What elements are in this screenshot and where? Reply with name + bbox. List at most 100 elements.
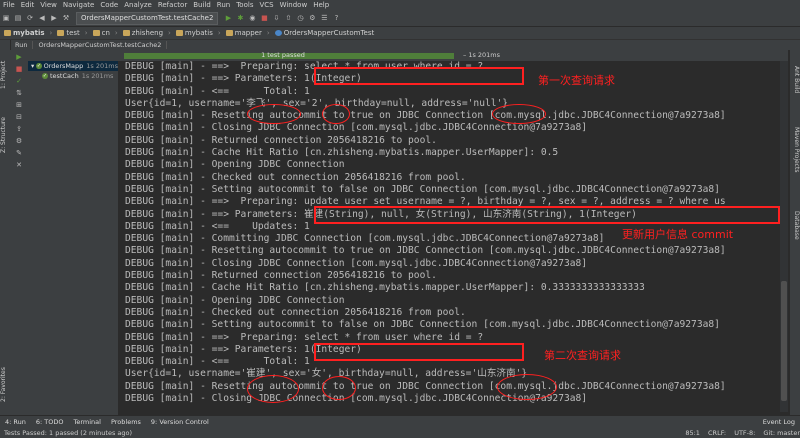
annotation-update: 更新用户信息 commit [622,228,734,241]
console-line: DEBUG [main] - Returned connection 20564… [125,270,437,282]
debug-icon[interactable]: ✱ [236,14,244,22]
breadcrumb-item[interactable]: OrdersMapperCustomTest [271,29,379,37]
pin-icon[interactable]: ✎ [14,149,24,158]
run-icon[interactable]: ▶ [224,14,232,22]
history-icon[interactable]: ◷ [296,14,304,22]
breadcrumb-item[interactable]: mybatis [0,29,49,37]
forward-icon[interactable]: ▶ [50,14,58,22]
console-line: DEBUG [main] - Returned connection 20564… [125,134,437,146]
maven-projects-label[interactable]: Maven Projects [790,120,800,180]
structure-tool-label[interactable]: Z: Structure [0,110,10,160]
help-icon[interactable]: ? [332,14,340,22]
breadcrumb-item[interactable]: test [53,29,83,37]
menu-item[interactable]: Build [190,1,214,9]
breadcrumb-item[interactable]: mybatis [172,29,217,37]
tree-class-time: 1s 201ms [86,62,118,70]
console-scrollbar[interactable] [780,61,788,412]
console-line: DEBUG [main] - Opening JDBC Connection [125,159,345,171]
bottom-tab[interactable]: 6: TODO [31,418,69,426]
rerun-icon[interactable]: ▶ [14,53,24,62]
favorites-tool-label[interactable]: 2: Favorites [0,360,10,410]
console-line: DEBUG [main] - ==> Preparing: select * f… [125,331,484,343]
tree-row-class[interactable]: ▾ ✓ OrdersMapp 1s 201ms [28,61,118,71]
folder-icon [4,30,11,36]
stop-icon[interactable]: ■ [14,65,24,74]
menu-item[interactable]: Navigate [60,1,97,9]
menu-item[interactable]: Analyze [121,1,155,9]
menu-item[interactable]: View [37,1,60,9]
bottom-tab[interactable]: 4: Run [0,418,31,426]
sync-icon[interactable]: ⟳ [26,14,34,22]
menu-item[interactable]: Refactor [155,1,190,9]
expand-icon[interactable]: ⊞ [14,101,24,110]
breadcrumb-item[interactable]: zhisheng [119,29,167,37]
tab-run[interactable]: Run [10,41,34,49]
main-toolbar: ▣ ▤ ⟳ ◀ ▶ ⚒ OrdersMapperCustomTest.testC… [0,10,800,27]
menu-item[interactable]: Window [277,1,311,9]
highlight-box-update [314,206,780,224]
ant-build-label[interactable]: Ant Build [790,55,800,105]
line-separator[interactable]: CRLF: [708,429,726,437]
bottom-tab[interactable]: Terminal [68,418,105,426]
close-icon[interactable]: ✕ [14,161,24,170]
event-log-tab[interactable]: Event Log [758,418,800,426]
annotation-second-query: 第二次查询请求 [544,349,621,362]
console-line: User{id=1, username='李飞', sex='2', birth… [125,97,509,109]
vcs-update-icon[interactable]: ⇩ [272,14,280,22]
console-line: DEBUG [main] - Resetting autocommit to t… [125,110,726,122]
annotation-first-query: 第一次查询请求 [538,74,615,87]
settings-icon[interactable]: ⚙ [308,14,316,22]
scroll-thumb[interactable] [781,281,787,401]
collapse-icon[interactable]: ⊟ [14,113,24,122]
stop-icon[interactable]: ■ [260,14,268,22]
highlight-oval-username-1 [247,104,301,124]
breadcrumb-label: OrdersMapperCustomTest [283,29,375,37]
menu-item[interactable]: Tools [233,1,256,9]
run-config-select[interactable]: OrdersMapperCustomTest.testCache2 [76,11,219,25]
run-tool-buttons: ▶ ■ ✓ ⇅ ⊞ ⊟ ⇪ ⚙ ✎ ✕ [10,50,29,415]
console-line: DEBUG [main] - Closing JDBC Connection [… [125,122,588,134]
right-tool-strip: Ant Build Maven Projects Database [790,40,800,415]
database-label[interactable]: Database [790,200,800,250]
sort-icon[interactable]: ⇅ [14,89,24,98]
tab-run-config[interactable]: OrdersMapperCustomTest.testCache2 [33,41,168,49]
file-encoding[interactable]: UTF-8: [734,429,755,437]
status-message: Tests Passed: 1 passed (2 minutes ago) [4,429,133,437]
highlight-oval-sex-2 [322,376,356,400]
console-line: DEBUG [main] - Cache Hit Ratio [cn.zhish… [125,147,559,159]
menu-item[interactable]: File [0,1,18,9]
menu-item[interactable]: Run [214,1,233,9]
save-icon[interactable]: ▤ [14,14,22,22]
back-icon[interactable]: ◀ [38,14,46,22]
menu-item[interactable]: VCS [256,1,276,9]
console-line: DEBUG [main] - Checked out connection 20… [125,171,466,183]
vcs-commit-icon[interactable]: ⇧ [284,14,292,22]
folder-icon [92,30,100,36]
console-line: DEBUG [main] - Setting autocommit to fal… [125,319,720,331]
menu-item[interactable]: Code [97,1,121,9]
status-bar: Tests Passed: 1 passed (2 minutes ago) 8… [0,428,800,438]
caret-position[interactable]: 85:1 [685,429,700,437]
build-icon[interactable]: ⚒ [62,14,70,22]
menu-bar: File Edit View Navigate Code Analyze Refactor B… [0,0,800,10]
bottom-tab[interactable]: Problems [106,418,146,426]
structure-icon[interactable]: ☰ [320,14,328,22]
menu-item[interactable]: Help [310,1,332,9]
breadcrumb-label: mybatis [184,29,213,37]
export-icon[interactable]: ⇪ [14,125,24,134]
git-branch[interactable]: Git: master [763,429,800,437]
breadcrumb: mybatis › test › cn › zhisheng › mybatis › mapper ›… [0,27,800,40]
breadcrumb-item[interactable]: mapper [222,29,266,37]
tree-row-method[interactable]: ✓ testCach 1s 201ms [28,71,118,81]
menu-item[interactable]: Edit [18,1,38,9]
bottom-tab[interactable]: 9: Version Control [146,418,214,426]
breadcrumb-item[interactable]: cn [89,29,114,37]
settings-icon[interactable]: ⚙ [14,137,24,146]
coverage-icon[interactable]: ◉ [248,14,256,22]
console-line: DEBUG [main] - Resetting autocommit to t… [125,245,726,257]
console-line: DEBUG [main] - Closing JDBC Connection [… [125,257,588,269]
highlight-oval-sex-1 [322,104,350,124]
project-tool-label[interactable]: 1: Project [0,50,10,100]
toggle-passed-icon[interactable]: ✓ [14,77,24,86]
open-folder-icon[interactable]: ▣ [2,14,10,22]
